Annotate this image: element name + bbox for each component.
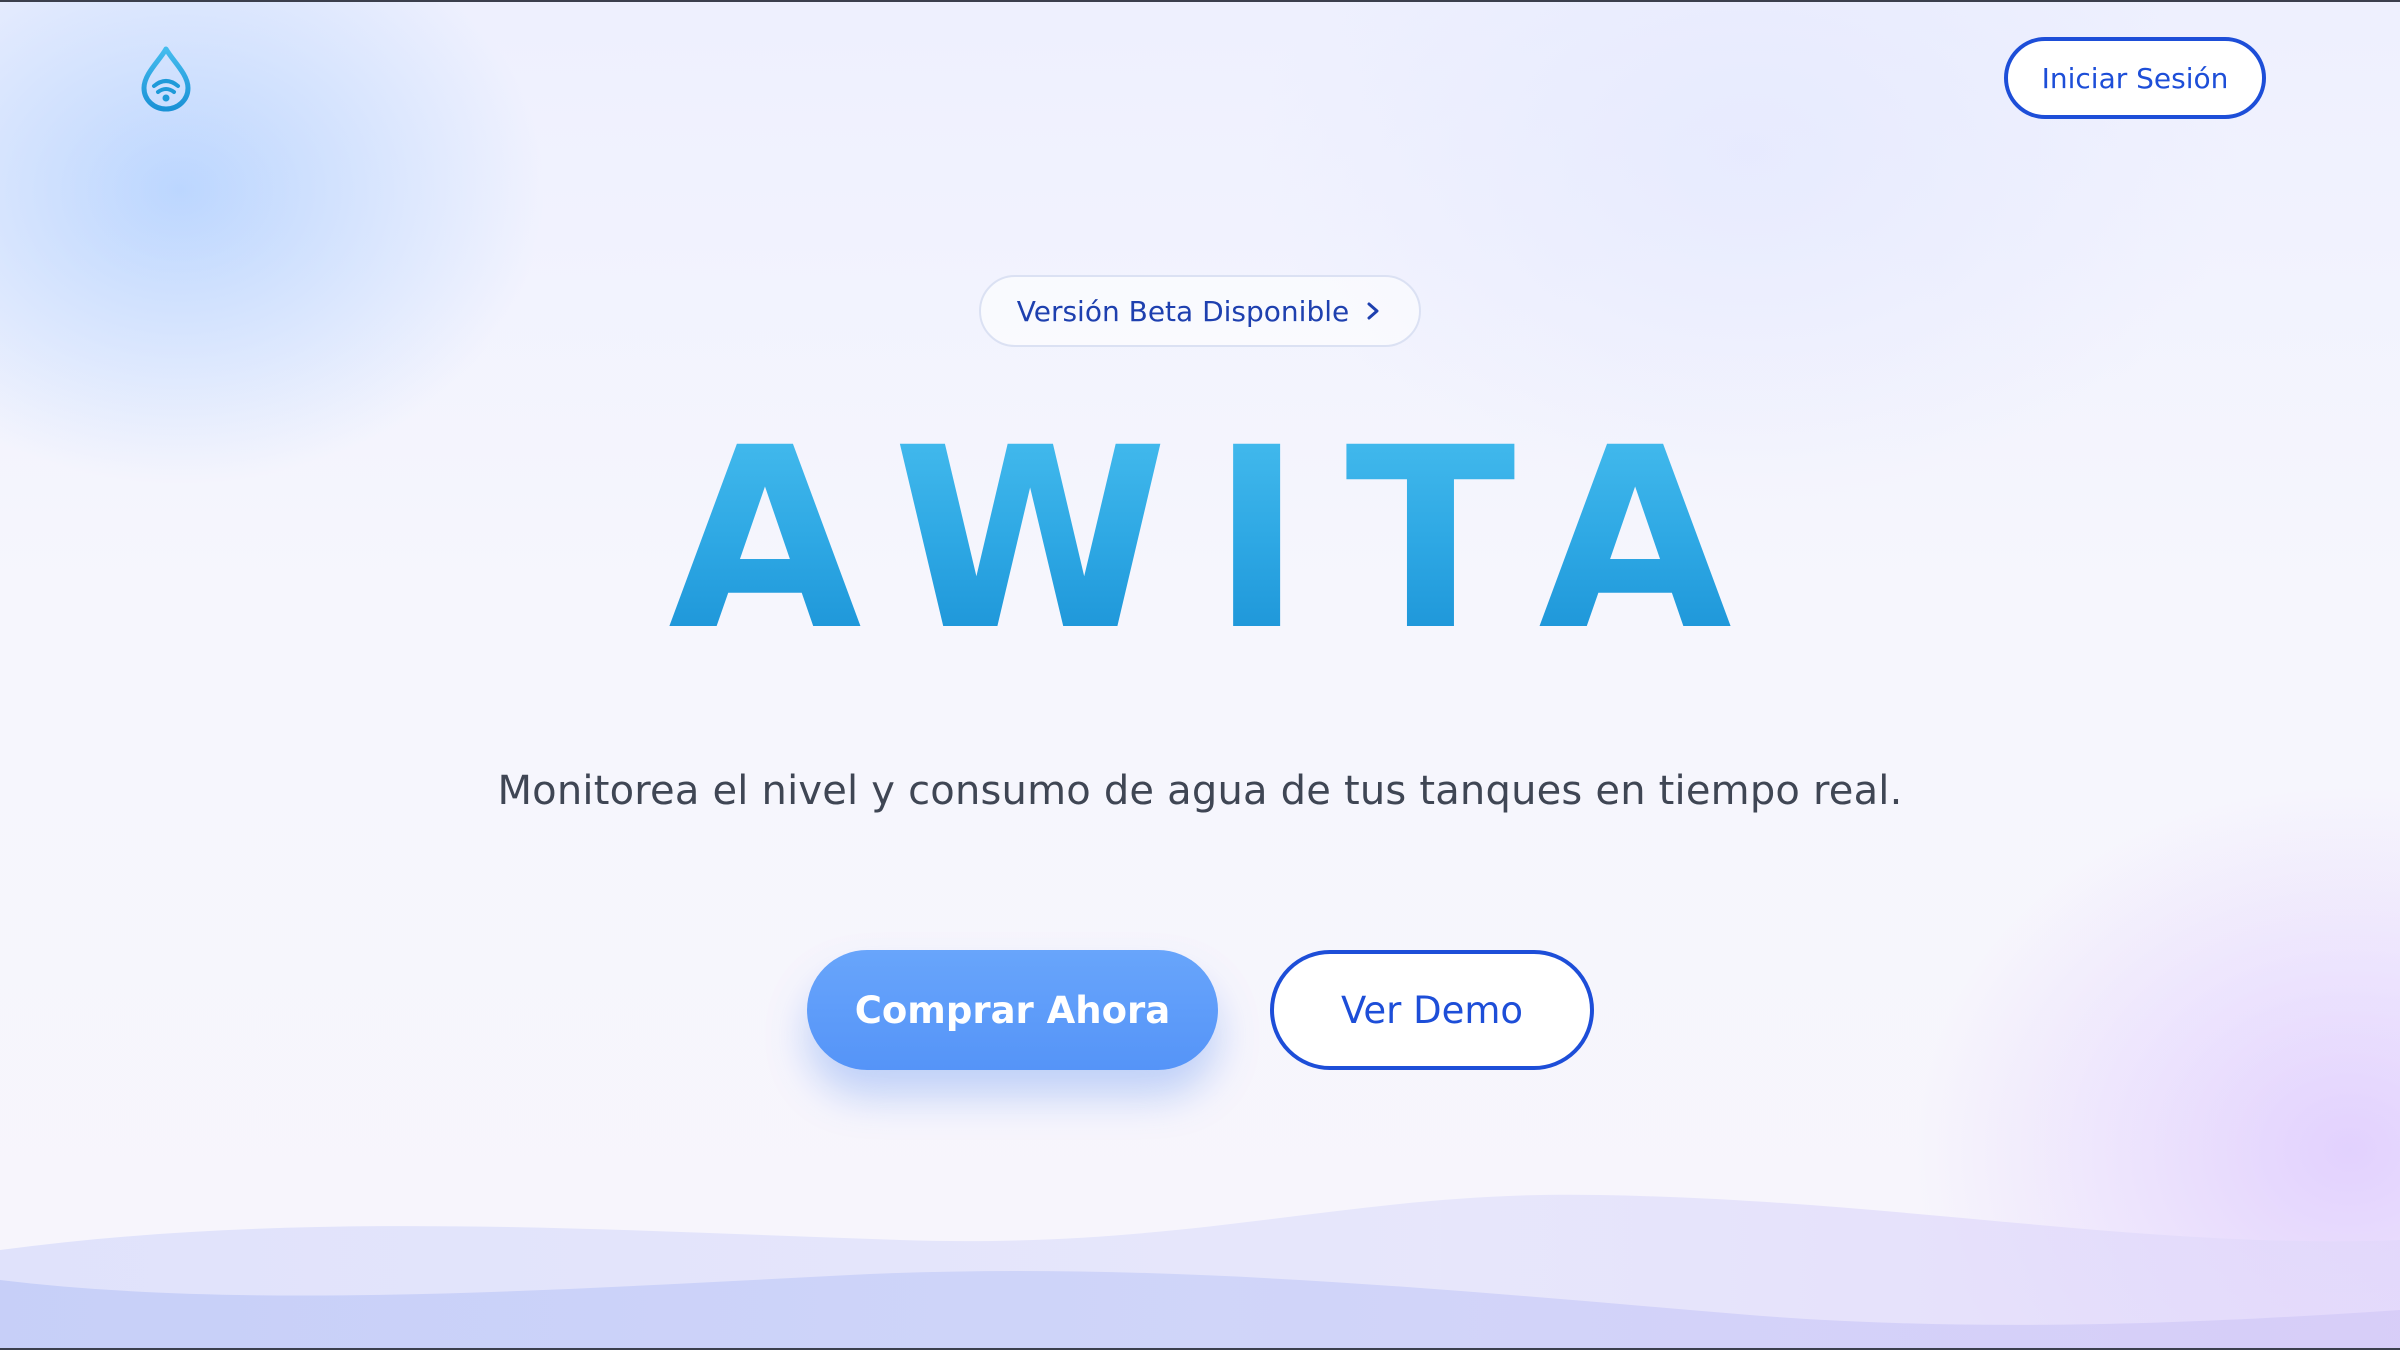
water-drop-wifi-icon[interactable]	[138, 46, 194, 112]
login-button[interactable]: Iniciar Sesión	[2004, 37, 2266, 119]
top-border	[0, 0, 2400, 2]
beta-badge-label: Versión Beta Disponible	[1016, 294, 1350, 328]
view-demo-button[interactable]: Ver Demo	[1270, 950, 1594, 1070]
hero-subtitle: Monitorea el nivel y consumo de agua de …	[497, 768, 1903, 814]
buy-now-button[interactable]: Comprar Ahora	[807, 950, 1218, 1070]
hero-title: AWITA	[0, 415, 2400, 665]
decorative-waves	[0, 1194, 2400, 1350]
logo-graphic	[141, 46, 191, 112]
beta-badge[interactable]: Versión Beta Disponible	[979, 275, 1421, 347]
chevron-right-icon	[1367, 302, 1379, 320]
